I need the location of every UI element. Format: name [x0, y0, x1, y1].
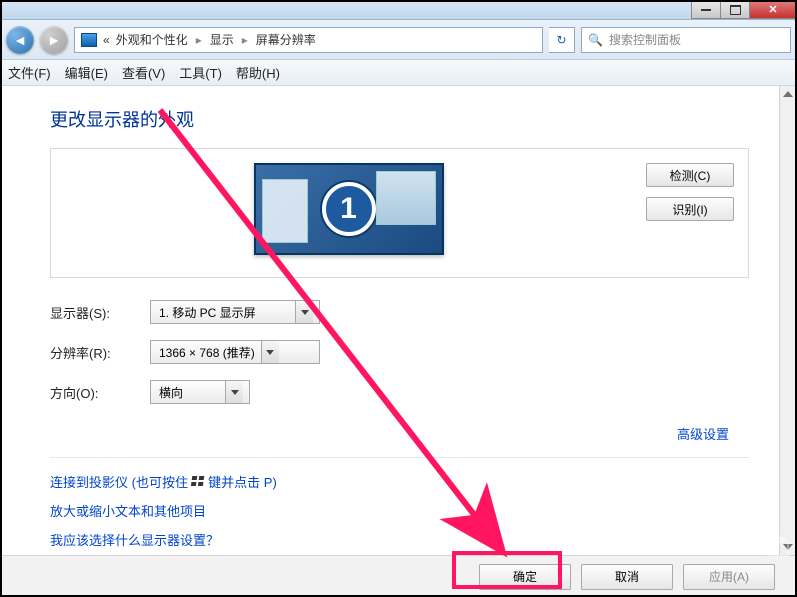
orientation-value: 横向 [159, 384, 183, 401]
orientation-dropdown[interactable]: 横向 [150, 380, 250, 404]
breadcrumb-item[interactable]: 屏幕分辨率 [256, 31, 316, 48]
preview-side-buttons: 检测(C) 识别(I) [646, 163, 734, 221]
monitor-stage: 1 [65, 163, 632, 255]
zoom-text-link-row: 放大或缩小文本和其他项目 [50, 501, 749, 520]
menu-bar: 文件(F) 编辑(E) 查看(V) 工具(T) 帮助(H) [0, 60, 797, 86]
display-preview-panel: 1 检测(C) 识别(I) [50, 148, 749, 278]
chevron-right-icon: ▸ [196, 33, 202, 47]
address-bar-row: ◄ ► « 外观和个性化 ▸ 显示 ▸ 屏幕分辨率 ↻ 🔍 搜索控制面板 [0, 20, 797, 60]
advanced-settings-link[interactable]: 高级设置 [677, 427, 729, 442]
resolution-label: 分辨率(R): [50, 343, 150, 362]
monitor-preview[interactable]: 1 [254, 163, 444, 255]
menu-file[interactable]: 文件(F) [8, 63, 51, 82]
help-links-block: 连接到投影仪 (也可按住 键并点击 P) 放大或缩小文本和其他项目 我应该选择什… [50, 457, 749, 549]
close-button[interactable] [749, 1, 797, 19]
client-area: 更改显示器的外观 1 检测(C) 识别(I) 显示器(S): 1. 移动 PC … [0, 86, 797, 555]
display-dropdown[interactable]: 1. 移动 PC 显示屏 [150, 300, 320, 324]
detect-button[interactable]: 检测(C) [646, 163, 734, 187]
cancel-button[interactable]: 取消 [581, 564, 673, 590]
watermark-logo-icon [765, 535, 791, 557]
menu-view[interactable]: 查看(V) [122, 63, 165, 82]
content-pane: 更改显示器的外观 1 检测(C) 识别(I) 显示器(S): 1. 移动 PC … [0, 86, 779, 555]
forward-button[interactable]: ► [40, 26, 68, 54]
windows-key-icon [192, 476, 205, 488]
breadcrumb[interactable]: « 外观和个性化 ▸ 显示 ▸ 屏幕分辨率 [74, 27, 543, 53]
watermark [765, 535, 791, 557]
menu-edit[interactable]: 编辑(E) [65, 63, 108, 82]
breadcrumb-item[interactable]: 外观和个性化 [116, 31, 188, 48]
preview-window-icon [376, 171, 436, 225]
resolution-value: 1366 × 768 (推荐) [159, 344, 255, 361]
which-display-link-row: 我应该选择什么显示器设置？ [50, 530, 749, 549]
identify-button[interactable]: 识别(I) [646, 197, 734, 221]
settings-form: 显示器(S): 1. 移动 PC 显示屏 分辨率(R): 1366 × 768 … [50, 300, 749, 404]
menu-tools[interactable]: 工具(T) [179, 63, 222, 82]
chevron-down-icon[interactable] [261, 341, 279, 363]
vertical-scrollbar[interactable] [779, 86, 797, 555]
maximize-button[interactable] [720, 1, 750, 19]
orientation-row: 方向(O): 横向 [50, 380, 749, 404]
resolution-dropdown[interactable]: 1366 × 768 (推荐) [150, 340, 320, 364]
zoom-text-link[interactable]: 放大或缩小文本和其他项目 [50, 504, 206, 519]
page-title: 更改显示器的外观 [50, 106, 749, 132]
orientation-label: 方向(O): [50, 383, 150, 402]
apply-button[interactable]: 应用(A) [683, 564, 775, 590]
control-panel-icon [81, 33, 97, 47]
back-button[interactable]: ◄ [6, 26, 34, 54]
refresh-button[interactable]: ↻ [549, 27, 575, 53]
display-label: 显示器(S): [50, 303, 150, 322]
menu-help[interactable]: 帮助(H) [236, 63, 280, 82]
dialog-button-bar: 确定 取消 应用(A) [0, 555, 797, 597]
display-row: 显示器(S): 1. 移动 PC 显示屏 [50, 300, 749, 324]
resolution-row: 分辨率(R): 1366 × 768 (推荐) [50, 340, 749, 364]
breadcrumb-prefix: « [103, 33, 110, 47]
ok-button[interactable]: 确定 [479, 564, 571, 590]
search-icon: 🔍 [588, 33, 603, 47]
advanced-settings-row: 高级设置 [50, 424, 729, 443]
minimize-button[interactable] [691, 1, 721, 19]
chevron-right-icon: ▸ [242, 33, 248, 47]
search-input[interactable]: 🔍 搜索控制面板 [581, 27, 791, 53]
preview-window-icon [262, 179, 308, 243]
window-titlebar [0, 0, 797, 20]
search-placeholder: 搜索控制面板 [609, 31, 681, 48]
which-display-link[interactable]: 我应该选择什么显示器设置？ [50, 533, 219, 548]
display-value: 1. 移动 PC 显示屏 [159, 304, 256, 321]
breadcrumb-item[interactable]: 显示 [210, 31, 234, 48]
projector-link-row: 连接到投影仪 (也可按住 键并点击 P) [50, 472, 749, 491]
monitor-number-badge: 1 [322, 182, 376, 236]
projector-link[interactable]: 连接到投影仪 (也可按住 键并点击 P) [50, 475, 277, 490]
chevron-down-icon[interactable] [295, 301, 313, 323]
chevron-down-icon[interactable] [225, 381, 243, 403]
